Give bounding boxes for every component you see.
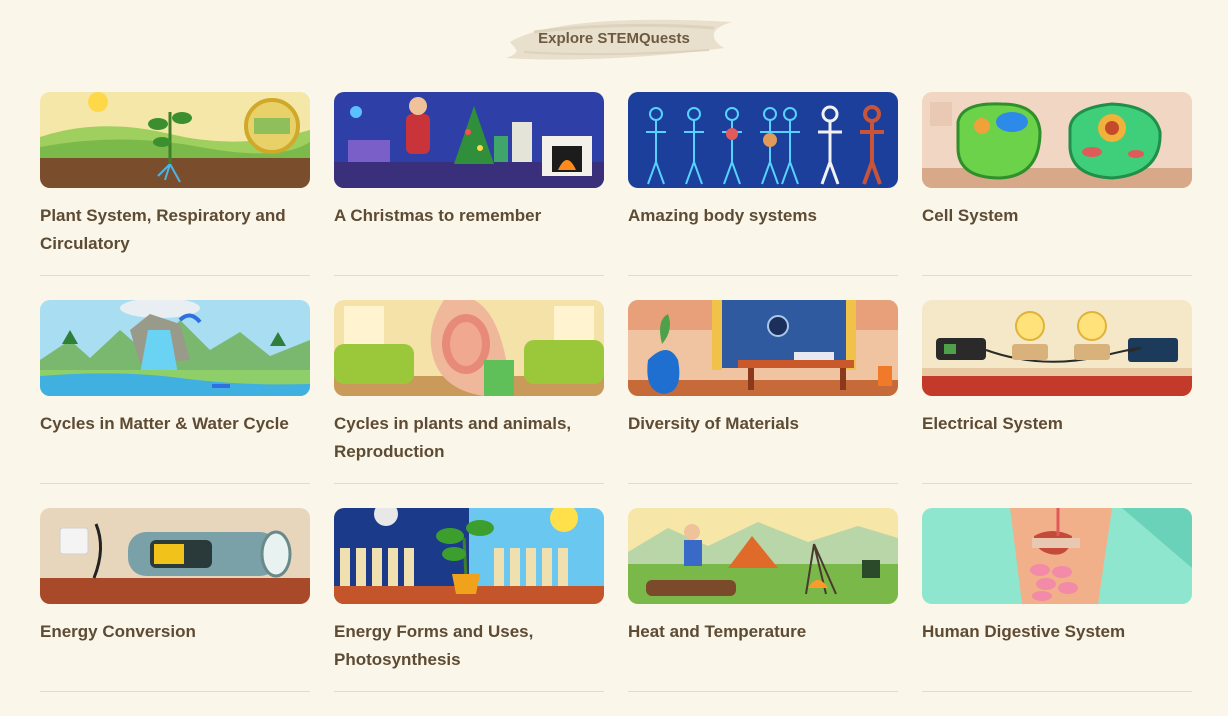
quest-title[interactable]: Heat and Temperature [628, 618, 890, 646]
quest-thumbnail[interactable] [334, 300, 604, 396]
quest-card[interactable]: Electrical System [922, 300, 1192, 508]
materials-illustration [628, 300, 898, 396]
quest-title[interactable]: Electrical System [922, 410, 1184, 438]
quest-card[interactable]: Cell System [922, 92, 1192, 300]
quest-thumbnail[interactable] [628, 92, 898, 188]
water-cycle-illustration [40, 300, 310, 396]
divider [922, 483, 1192, 484]
quest-card[interactable]: Diversity of Materials [628, 300, 898, 508]
divider [628, 275, 898, 276]
digestive-illustration [922, 508, 1192, 604]
page-title: Explore STEMQuests [538, 30, 690, 47]
quest-card[interactable]: Energy Forms and Uses, Photosynthesis [334, 508, 604, 716]
body-systems-illustration [628, 92, 898, 188]
quest-thumbnail[interactable] [40, 300, 310, 396]
quest-title[interactable]: Energy Forms and Uses, Photosynthesis [334, 618, 596, 674]
quest-title[interactable]: Human Digestive System [922, 618, 1184, 646]
quest-grid: Plant System, Respiratory and Circulator… [40, 92, 1192, 716]
divider [628, 691, 898, 692]
photosynthesis-illustration [334, 508, 604, 604]
quest-card[interactable]: Energy Conversion [40, 508, 310, 716]
quest-thumbnail[interactable] [922, 508, 1192, 604]
quest-thumbnail[interactable] [40, 92, 310, 188]
quest-card[interactable]: Human Digestive System [922, 508, 1192, 716]
divider [628, 483, 898, 484]
quest-title[interactable]: Energy Conversion [40, 618, 302, 646]
christmas-illustration [334, 92, 604, 188]
page-header: Explore STEMQuests [0, 0, 1228, 92]
quest-title[interactable]: Cell System [922, 202, 1184, 230]
quest-thumbnail[interactable] [334, 508, 604, 604]
divider [334, 691, 604, 692]
quest-title[interactable]: A Christmas to remember [334, 202, 596, 230]
divider [922, 275, 1192, 276]
divider [40, 275, 310, 276]
quest-card[interactable]: Cycles in plants and animals, Reproducti… [334, 300, 604, 508]
quest-thumbnail[interactable] [628, 508, 898, 604]
quest-card[interactable]: A Christmas to remember [334, 92, 604, 300]
quest-thumbnail[interactable] [40, 508, 310, 604]
quest-thumbnail[interactable] [334, 92, 604, 188]
quest-title[interactable]: Plant System, Respiratory and Circulator… [40, 202, 302, 258]
cell-illustration [922, 92, 1192, 188]
divider [40, 691, 310, 692]
divider [922, 691, 1192, 692]
quest-thumbnail[interactable] [922, 92, 1192, 188]
divider [40, 483, 310, 484]
electrical-illustration [922, 300, 1192, 396]
quest-title[interactable]: Amazing body systems [628, 202, 890, 230]
energy-conversion-illustration [40, 508, 310, 604]
quest-thumbnail[interactable] [922, 300, 1192, 396]
quest-title[interactable]: Cycles in plants and animals, Reproducti… [334, 410, 596, 466]
quest-card[interactable]: Plant System, Respiratory and Circulator… [40, 92, 310, 300]
quest-card[interactable]: Amazing body systems [628, 92, 898, 300]
quest-card[interactable]: Cycles in Matter & Water Cycle [40, 300, 310, 508]
plant-illustration [40, 92, 310, 188]
divider [334, 483, 604, 484]
reproduction-illustration [334, 300, 604, 396]
quest-title[interactable]: Diversity of Materials [628, 410, 890, 438]
quest-thumbnail[interactable] [628, 300, 898, 396]
quest-card[interactable]: Heat and Temperature [628, 508, 898, 716]
quest-title[interactable]: Cycles in Matter & Water Cycle [40, 410, 302, 438]
heat-illustration [628, 508, 898, 604]
divider [334, 275, 604, 276]
